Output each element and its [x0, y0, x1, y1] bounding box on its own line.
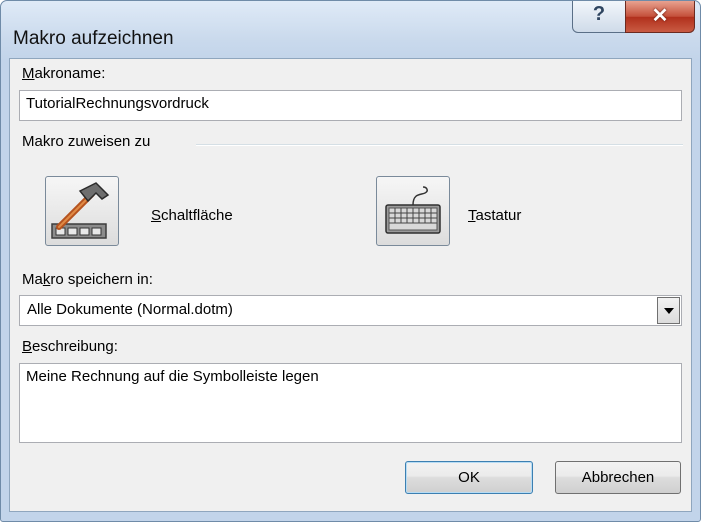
macro-name-input[interactable]: TutorialRechnungsvordruck — [19, 90, 682, 121]
store-in-selected: Alle Dokumente (Normal.dotm) — [27, 301, 233, 318]
hammer-toolbar-icon — [51, 182, 110, 239]
description-label: Beschreibung: — [22, 338, 118, 355]
dropdown-arrow-button[interactable] — [657, 297, 680, 324]
store-in-dropdown[interactable]: Alle Dokumente (Normal.dotm) — [19, 295, 682, 326]
close-button[interactable]: ✕ — [625, 1, 695, 33]
keyboard-icon — [385, 186, 441, 234]
title-bar[interactable]: Makro aufzeichnen ? ✕ — [1, 1, 700, 57]
assign-keyboard-button[interactable] — [376, 176, 450, 246]
store-in-label: Makro speichern in: — [22, 271, 153, 288]
assign-group-label: Makro zuweisen zu — [22, 133, 151, 150]
ok-button[interactable]: OK — [405, 461, 533, 494]
group-divider — [196, 144, 683, 146]
macro-dialog: Makro aufzeichnen ? ✕ Makroname: Tutoria… — [0, 0, 701, 522]
question-mark-icon: ? — [592, 3, 606, 25]
assign-button-icon-button[interactable] — [45, 176, 119, 246]
chevron-down-icon — [664, 308, 674, 314]
help-button[interactable]: ? — [572, 1, 626, 33]
close-icon: ✕ — [651, 5, 669, 27]
description-textarea[interactable]: Meine Rechnung auf die Symbolleiste lege… — [19, 363, 682, 443]
dialog-body: Makroname: TutorialRechnungsvordruck Mak… — [9, 58, 692, 512]
macro-name-label: Makroname: — [22, 65, 106, 82]
cancel-button[interactable]: Abbrechen — [555, 461, 681, 494]
dialog-title: Makro aufzeichnen — [13, 28, 174, 49]
assign-keyboard-label[interactable]: Tastatur — [468, 207, 521, 224]
assign-button-label[interactable]: Schaltfläche — [151, 207, 233, 224]
